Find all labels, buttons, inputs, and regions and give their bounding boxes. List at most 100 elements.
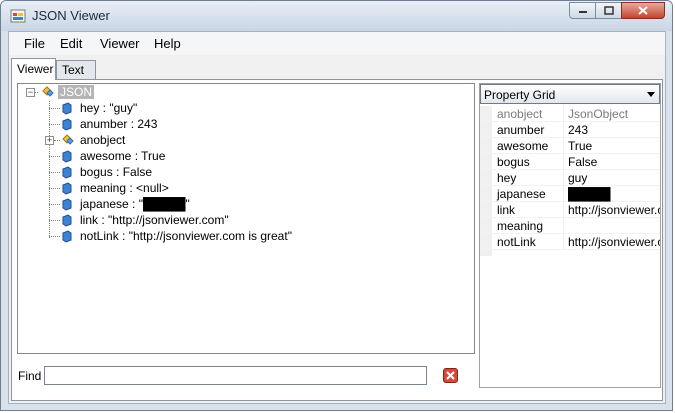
property-grid: Property Grid anobject JsonObject anumbe… (479, 83, 661, 388)
tree-node-label: notLink : "http://jsonviewer.com is grea… (80, 229, 292, 243)
chevron-down-icon (647, 92, 655, 97)
tree-node-label: anumber : 243 (80, 117, 158, 131)
tree-node-label: link : "http://jsonviewer.com" (80, 213, 229, 227)
minimize-icon (578, 10, 587, 13)
value-icon (62, 166, 72, 179)
property-value: 243 (568, 123, 589, 137)
property-value: █████ (568, 187, 611, 201)
collapse-root-button[interactable]: − (26, 88, 35, 97)
property-value: False (568, 155, 598, 169)
tree-node[interactable]: hey : "guy" (60, 100, 139, 116)
property-value: http://jsonviewer.com is great (568, 235, 660, 249)
property-grid-rows: anobject JsonObject anumber 243 awesome … (480, 106, 660, 250)
property-name: japanese (497, 187, 546, 201)
tree-node-label: meaning : <null> (80, 181, 169, 195)
property-value: JsonObject (568, 107, 629, 121)
title-bar[interactable]: JSON Viewer (1, 1, 672, 31)
property-separator (563, 106, 564, 122)
tree-node-label: awesome : True (80, 149, 166, 163)
minimize-button[interactable] (569, 2, 595, 19)
value-icon (62, 150, 72, 163)
menu-bar: File Edit Viewer Help (9, 32, 665, 55)
viewer-tab-panel: − + JSON hey : "guy" anumber : 243 anobj… (11, 79, 663, 401)
property-value: True (568, 139, 593, 153)
property-row[interactable]: bogus False (480, 154, 660, 170)
json-tree-view[interactable]: − + JSON hey : "guy" anumber : 243 anobj… (17, 83, 475, 354)
property-separator (563, 234, 564, 250)
property-grid-selector[interactable]: Property Grid (480, 84, 660, 104)
tree-connector-line (49, 156, 60, 157)
property-row[interactable]: meaning (480, 218, 660, 234)
maximize-icon (603, 6, 614, 15)
property-separator (563, 202, 564, 218)
tree-node-label: anobject (80, 133, 126, 147)
property-name: link (497, 203, 516, 217)
property-row[interactable]: anobject JsonObject (480, 106, 660, 122)
tree-connector-line (49, 188, 60, 189)
menu-file[interactable]: File (24, 36, 45, 51)
property-row[interactable]: anumber 243 (480, 122, 660, 138)
app-window: JSON Viewer File Edit Viewer Help Viewer… (0, 0, 673, 411)
property-separator (563, 154, 564, 170)
tree-node-root[interactable]: JSON (40, 84, 95, 100)
property-separator (563, 122, 564, 138)
tree-connector-line (49, 124, 60, 125)
property-separator (563, 186, 564, 202)
close-icon (638, 6, 648, 15)
find-label: Find (18, 369, 42, 383)
tree-node-label: bogus : False (80, 165, 153, 179)
property-separator (563, 170, 564, 186)
value-icon (62, 182, 72, 195)
close-button[interactable] (621, 2, 665, 19)
expand-anobject-button[interactable]: + (45, 136, 54, 145)
property-separator (563, 138, 564, 154)
client-area: File Edit Viewer Help Viewer Text − + JS… (8, 31, 666, 404)
close-icon (446, 371, 455, 380)
tree-connector-line (49, 172, 60, 173)
app-icon (10, 9, 26, 23)
menu-edit[interactable]: Edit (60, 36, 82, 51)
value-icon (62, 198, 72, 211)
tree-node-label: JSON (58, 85, 95, 99)
property-row[interactable]: hey guy (480, 170, 660, 186)
tree-connector-line (49, 101, 50, 238)
tab-viewer[interactable]: Viewer (11, 58, 56, 80)
tree-node[interactable]: notLink : "http://jsonviewer.com is grea… (60, 228, 294, 244)
property-grid-title: Property Grid (484, 88, 556, 102)
property-row[interactable]: japanese █████ (480, 186, 660, 202)
property-value: guy (568, 171, 588, 185)
tree-node[interactable]: bogus : False (60, 164, 154, 180)
property-name: anumber (497, 123, 545, 137)
tree-node[interactable]: japanese : "█████" (60, 196, 192, 212)
tree-node[interactable]: awesome : True (60, 148, 167, 164)
property-row[interactable]: awesome True (480, 138, 660, 154)
tree-node[interactable]: link : "http://jsonviewer.com" (60, 212, 231, 228)
value-icon (62, 102, 72, 115)
tree-connector-line (49, 204, 60, 205)
property-row[interactable]: notLink http://jsonviewer.com is great (480, 234, 660, 250)
property-name: meaning (497, 219, 544, 233)
tree-node[interactable]: meaning : <null> (60, 180, 171, 196)
tree-connector-line (49, 108, 60, 109)
close-find-button[interactable] (443, 368, 458, 383)
window-title: JSON Viewer (32, 8, 110, 23)
tab-text[interactable]: Text (56, 60, 96, 79)
find-bar: Find (12, 356, 476, 400)
maximize-button[interactable] (595, 2, 621, 19)
tree-node-label: hey : "guy" (80, 101, 138, 115)
value-icon (62, 214, 72, 227)
tree-connector-line (49, 220, 60, 221)
property-name: anobject (497, 107, 543, 121)
property-name: awesome (497, 139, 549, 153)
menu-viewer[interactable]: Viewer (100, 36, 140, 51)
menu-help[interactable]: Help (154, 36, 181, 51)
tree-node[interactable]: anumber : 243 (60, 116, 159, 132)
tree-node-label: japanese : "█████" (80, 197, 190, 211)
tree-node[interactable]: anobject (60, 132, 127, 148)
find-input[interactable] (44, 366, 427, 385)
object-icon (42, 86, 54, 97)
window-controls (569, 2, 665, 20)
property-name: notLink (497, 235, 536, 249)
value-icon (62, 230, 72, 243)
property-row[interactable]: link http://jsonviewer.com (480, 202, 660, 218)
